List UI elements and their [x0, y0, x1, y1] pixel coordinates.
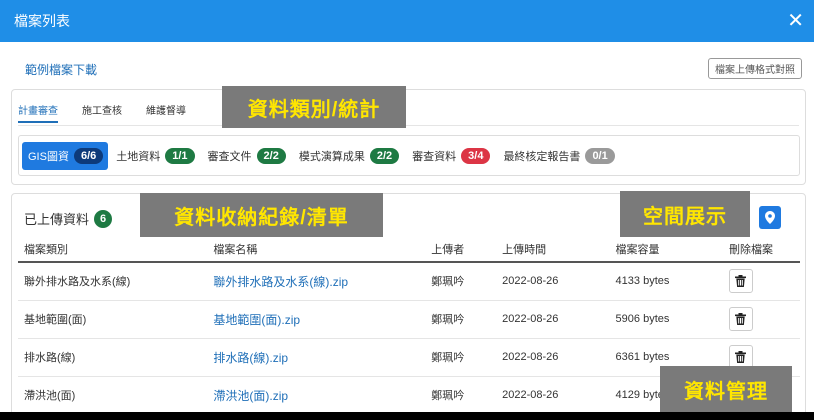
uploaded-heading: 已上傳資料 6	[24, 209, 113, 228]
category-land[interactable]: 土地資料 1/1	[111, 142, 199, 170]
map-marker-icon[interactable]	[759, 206, 781, 229]
category-count-badge: 0/1	[585, 148, 615, 164]
category-final-report[interactable]: 最終核定報告書 0/1	[498, 142, 619, 170]
col-size: 檔案容量	[609, 237, 723, 263]
category-count-badge: 1/1	[165, 148, 195, 164]
top-row: 範例檔案下載 檔案上傳格式對照	[0, 42, 814, 88]
category-count-badge: 2/2	[256, 148, 286, 164]
category-list: GIS圖資 6/6 土地資料 1/1 審查文件 2/2 模式演算成果 2/2 審…	[22, 142, 623, 170]
cell-category: 基地範圍(面)	[18, 300, 208, 339]
trash-svg	[735, 351, 747, 363]
tab-plan-review[interactable]: 計畫審查	[18, 102, 70, 123]
cell-filename-link[interactable]: 排水路(線).zip	[207, 338, 426, 377]
category-review-data[interactable]: 審查資料 3/4	[407, 142, 495, 170]
table-row: 聯外排水路及水系(線) 聯外排水路及水系(線).zip 鄭珮吟 2022-08-…	[18, 262, 800, 301]
cell-category: 排水路(線)	[18, 338, 208, 377]
modal-title: 檔案列表	[14, 13, 70, 29]
cell-filename-link[interactable]: 滯洪池(面).zip	[207, 376, 426, 412]
col-delete: 刪除檔案	[722, 237, 800, 263]
annotation-management: 資料管理	[660, 366, 792, 412]
cell-uploader: 鄭珮吟	[425, 338, 497, 377]
annotation-category-stats: 資料類別/統計	[222, 86, 406, 128]
cell-filename-link[interactable]: 基地範圍(面).zip	[207, 300, 426, 339]
cell-size: 4133 bytes	[609, 262, 723, 301]
cell-uploader: 鄭珮吟	[425, 262, 497, 301]
trash-svg	[735, 275, 747, 288]
cell-category: 聯外排水路及水系(線)	[18, 262, 208, 301]
cell-delete	[722, 300, 800, 339]
category-box: GIS圖資 6/6 土地資料 1/1 審查文件 2/2 模式演算成果 2/2 審…	[18, 135, 800, 176]
category-count-badge: 3/4	[461, 148, 491, 164]
tab-bar: 計畫審查 施工查核 維護督導	[18, 102, 210, 123]
category-label: 土地資料	[116, 151, 161, 163]
cell-uploader: 鄭珮吟	[425, 300, 497, 339]
modal-header: 檔案列表 ✕	[0, 0, 814, 42]
category-label: 模式演算成果	[298, 151, 365, 163]
col-category: 檔案類別	[18, 237, 208, 263]
col-filename: 檔案名稱	[207, 237, 426, 263]
cell-time: 2022-08-26	[496, 338, 610, 377]
cell-time: 2022-08-26	[496, 300, 610, 339]
category-label: GIS圖資	[28, 151, 69, 163]
cell-time: 2022-08-26	[496, 376, 610, 412]
cell-uploader: 鄭珮吟	[425, 376, 497, 412]
trash-icon[interactable]	[728, 269, 753, 294]
trash-icon[interactable]	[728, 307, 753, 331]
sample-download-link[interactable]: 範例檔案下載	[25, 61, 97, 78]
category-review-docs[interactable]: 審查文件 2/2	[203, 142, 291, 170]
cell-delete	[722, 262, 800, 301]
map-marker-svg	[765, 211, 775, 224]
annotation-spatial: 空間展示	[620, 191, 750, 237]
annotation-records: 資料收納紀錄/清單	[140, 193, 383, 237]
tabs-divider	[18, 125, 799, 126]
category-gis[interactable]: GIS圖資 6/6	[22, 142, 109, 170]
upload-format-button[interactable]: 檔案上傳格式對照	[708, 58, 802, 79]
category-model-results[interactable]: 模式演算成果 2/2	[294, 142, 404, 170]
bottom-bar	[0, 412, 814, 420]
category-count-badge: 2/2	[369, 148, 400, 164]
category-label: 最終核定報告書	[503, 151, 581, 163]
table-row: 基地範圍(面) 基地範圍(面).zip 鄭珮吟 2022-08-26 5906 …	[18, 300, 800, 339]
category-label: 審查資料	[412, 151, 457, 163]
tab-maintenance-supervision[interactable]: 維護督導	[146, 102, 198, 123]
cell-filename-link[interactable]: 聯外排水路及水系(線).zip	[207, 262, 426, 301]
uploaded-title: 已上傳資料	[24, 212, 90, 227]
col-uploader: 上傳者	[425, 237, 497, 263]
cell-size: 5906 bytes	[609, 300, 723, 339]
close-icon[interactable]: ✕	[787, 11, 804, 31]
table-header-row: 檔案類別 檔案名稱 上傳者 上傳時間 檔案容量 刪除檔案	[18, 237, 800, 263]
category-label: 審查文件	[207, 151, 252, 163]
category-panel: 計畫審查 施工查核 維護督導 GIS圖資 6/6 土地資料 1/1 審查文件 2…	[11, 89, 806, 185]
trash-svg	[735, 313, 747, 325]
cell-category: 滯洪池(面)	[18, 376, 208, 412]
col-upload-time: 上傳時間	[496, 237, 610, 263]
uploaded-count-badge: 6	[94, 209, 113, 228]
cell-time: 2022-08-26	[496, 262, 610, 301]
category-count-badge: 6/6	[73, 148, 104, 164]
tab-construction-check[interactable]: 施工查核	[82, 102, 134, 123]
